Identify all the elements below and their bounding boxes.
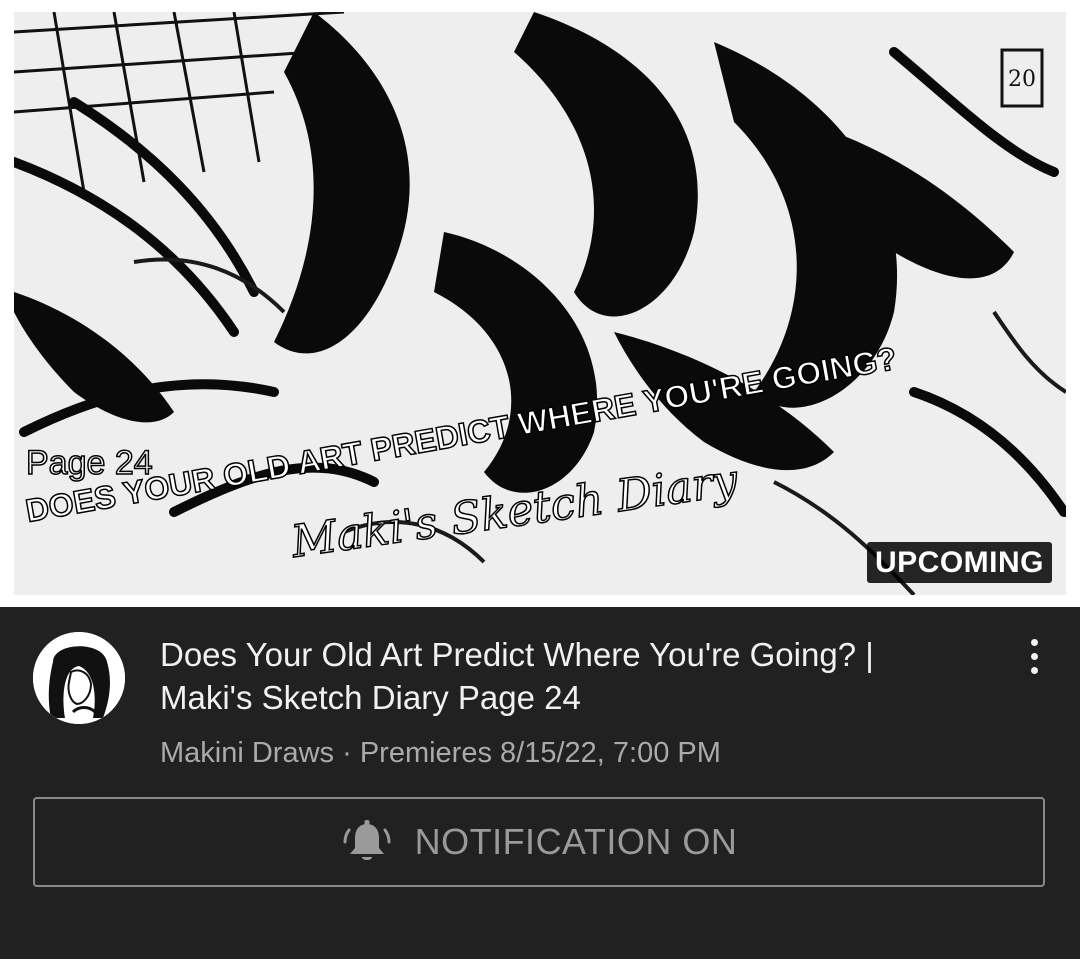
video-title[interactable]: Does Your Old Art Predict Where You're G… xyxy=(160,633,920,719)
thumbnail-artwork: 20 Page 24 DOES YOUR OLD ART PREDICT WHE… xyxy=(14,12,1066,595)
meta-separator: · xyxy=(342,737,352,769)
svg-text:20: 20 xyxy=(1008,67,1036,92)
notification-button[interactable]: NOTIFICATION ON xyxy=(33,797,1045,887)
video-meta: Makini Draws · Premieres 8/15/22, 7:00 P… xyxy=(160,735,721,771)
premiere-date: Premieres 8/15/22, 7:00 PM xyxy=(359,737,721,769)
bell-ringing-icon xyxy=(343,820,391,860)
channel-name[interactable]: Makini Draws xyxy=(160,737,334,769)
channel-avatar[interactable] xyxy=(33,632,125,724)
notification-label: NOTIFICATION ON xyxy=(414,821,738,862)
avatar-illustration xyxy=(33,632,125,724)
more-vert-icon[interactable] xyxy=(1020,637,1050,677)
thumbnail-area[interactable]: 20 Page 24 DOES YOUR OLD ART PREDICT WHE… xyxy=(0,0,1080,607)
video-thumbnail[interactable]: 20 Page 24 DOES YOUR OLD ART PREDICT WHE… xyxy=(14,12,1066,595)
video-info: Does Your Old Art Predict Where You're G… xyxy=(0,607,1080,959)
upcoming-badge: UPCOMING xyxy=(867,542,1052,583)
